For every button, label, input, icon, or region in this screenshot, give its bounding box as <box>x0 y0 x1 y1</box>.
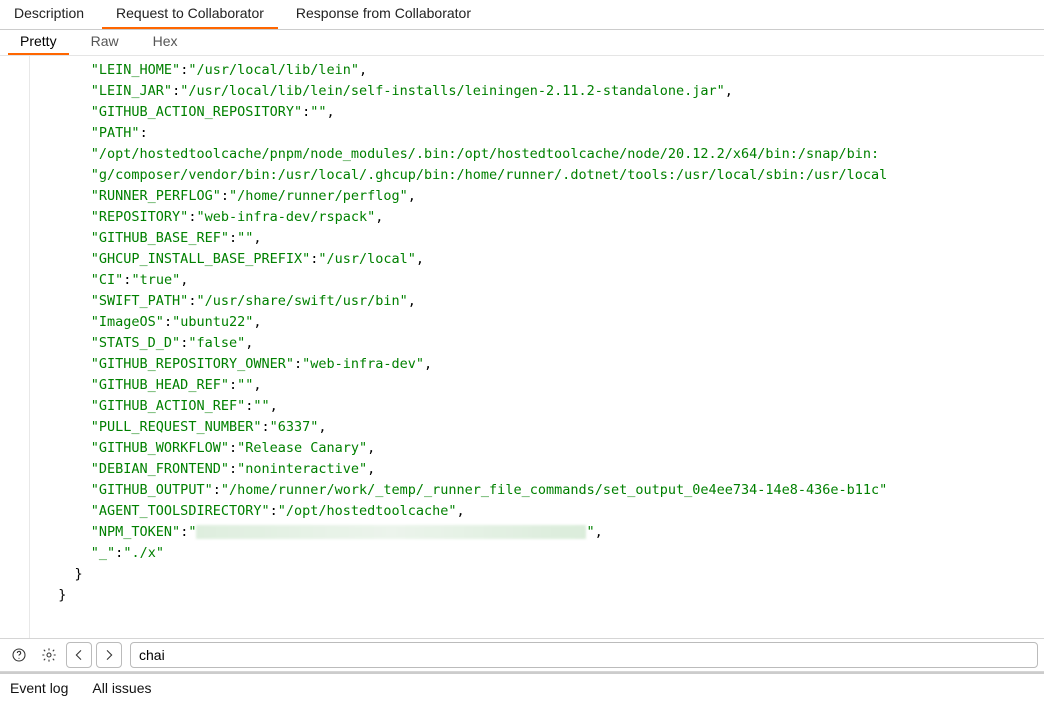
tab-description[interactable]: Description <box>0 0 98 29</box>
code-line: } <box>42 585 1044 606</box>
code-line: "GITHUB_HEAD_REF":"", <box>42 375 1044 396</box>
code-line: "STATS_D_D":"false", <box>42 333 1044 354</box>
code-line: "GITHUB_BASE_REF":"", <box>42 228 1044 249</box>
view-subtabbar: Pretty Raw Hex <box>0 30 1044 56</box>
tab-request-to-collaborator[interactable]: Request to Collaborator <box>102 0 278 29</box>
footer-event-log[interactable]: Event log <box>10 680 68 696</box>
prev-button[interactable] <box>66 642 92 668</box>
code-line: "REPOSITORY":"web-infra-dev/rspack", <box>42 207 1044 228</box>
code-content[interactable]: "LEIN_HOME":"/usr/local/lib/lein", "LEIN… <box>30 56 1044 638</box>
code-line: "AGENT_TOOLSDIRECTORY":"/opt/hostedtoolc… <box>42 501 1044 522</box>
code-viewer: "LEIN_HOME":"/usr/local/lib/lein", "LEIN… <box>0 56 1044 638</box>
gear-icon[interactable] <box>36 642 62 668</box>
code-line: "CI":"true", <box>42 270 1044 291</box>
line-gutter <box>0 56 30 638</box>
code-line: "ImageOS":"ubuntu22", <box>42 312 1044 333</box>
code-line: "DEBIAN_FRONTEND":"noninteractive", <box>42 459 1044 480</box>
tab-response-from-collaborator[interactable]: Response from Collaborator <box>282 0 485 29</box>
code-line: "GITHUB_WORKFLOW":"Release Canary", <box>42 438 1044 459</box>
code-line: "GITHUB_ACTION_REPOSITORY":"", <box>42 102 1044 123</box>
subtab-raw[interactable]: Raw <box>79 29 131 55</box>
code-line: "GITHUB_OUTPUT":"/home/runner/work/_temp… <box>42 480 1044 501</box>
code-line: "PULL_REQUEST_NUMBER":"6337", <box>42 417 1044 438</box>
code-line: "LEIN_JAR":"/usr/local/lib/lein/self-ins… <box>42 81 1044 102</box>
code-line: "/opt/hostedtoolcache/pnpm/node_modules/… <box>42 144 1044 165</box>
code-line: "PATH": <box>42 123 1044 144</box>
search-toolbar <box>0 638 1044 672</box>
code-line: "NPM_TOKEN":"", <box>42 522 1044 543</box>
next-button[interactable] <box>96 642 122 668</box>
code-line: "RUNNER_PERFLOG":"/home/runner/perflog", <box>42 186 1044 207</box>
footer-bar: Event log All issues <box>0 672 1044 702</box>
search-input[interactable] <box>130 642 1038 668</box>
code-line: "GHCUP_INSTALL_BASE_PREFIX":"/usr/local"… <box>42 249 1044 270</box>
code-line: "SWIFT_PATH":"/usr/share/swift/usr/bin", <box>42 291 1044 312</box>
main-tabbar: Description Request to Collaborator Resp… <box>0 0 1044 30</box>
code-line: "g/composer/vendor/bin:/usr/local/.ghcup… <box>42 165 1044 186</box>
code-line: "_":"./x" <box>42 543 1044 564</box>
help-icon[interactable] <box>6 642 32 668</box>
code-line: } <box>42 564 1044 585</box>
code-line: "LEIN_HOME":"/usr/local/lib/lein", <box>42 60 1044 81</box>
code-line: "GITHUB_REPOSITORY_OWNER":"web-infra-dev… <box>42 354 1044 375</box>
subtab-pretty[interactable]: Pretty <box>8 29 69 55</box>
code-line: "GITHUB_ACTION_REF":"", <box>42 396 1044 417</box>
redacted-token <box>196 525 586 539</box>
subtab-hex[interactable]: Hex <box>141 29 190 55</box>
footer-all-issues[interactable]: All issues <box>92 680 151 696</box>
